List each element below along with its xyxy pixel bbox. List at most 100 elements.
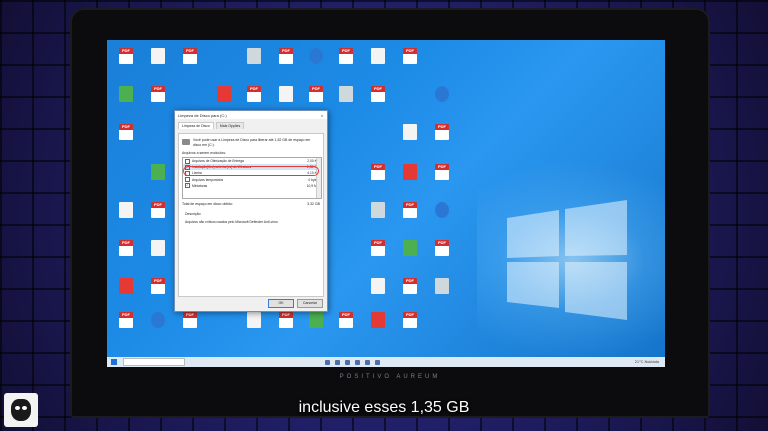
desktop-icon[interactable]: ​ [145,312,171,333]
file-icon [217,86,231,102]
desktop-icon[interactable]: ​ [365,312,391,333]
pdf-file-icon[interactable]: PDF ​ [365,86,391,107]
desktop-icon[interactable]: ​ [113,202,139,223]
total-label: Total de espaço em disco obtido: [182,202,233,206]
icon-label-placeholder: ​ [397,219,423,223]
tab-disk-cleanup[interactable]: Limpeza de Disco [178,122,214,129]
pdf-file-icon[interactable]: PDF ​ [429,124,455,145]
pdf-icon: PDF [435,164,449,180]
desktop-icon[interactable]: ​ [241,312,267,333]
list-item[interactable]: ✓ Miniaturas 10,9 MB [183,183,321,189]
taskbar-apps [325,359,380,365]
pdf-icon: PDF [435,240,449,256]
desktop-icon[interactable]: ​ [429,202,455,223]
desktop-icon[interactable]: ​ [145,164,171,185]
file-icon [151,48,165,64]
icon-label-placeholder: ​ [145,181,171,185]
file-icon [119,202,133,218]
pdf-file-icon[interactable]: PDF ​ [397,278,423,299]
pdf-badge: PDF [374,86,382,91]
desktop-icon[interactable]: ​ [303,48,329,69]
icon-label-placeholder: ​ [365,181,391,185]
pdf-file-icon[interactable]: PDF ​ [429,164,455,185]
pdf-file-icon[interactable]: PDF ​ [113,312,139,333]
total-space: Total de espaço em disco obtido: 3,32 GB [182,202,320,206]
icon-label-placeholder: ​ [113,141,139,145]
desktop-icon[interactable]: ​ [145,48,171,69]
file-icon [371,202,385,218]
checkbox[interactable] [185,158,190,164]
pdf-icon: PDF [435,124,449,140]
pdf-file-icon[interactable]: PDF ​ [113,48,139,69]
icon-label-placeholder: ​ [333,65,359,69]
pdf-icon: PDF [371,86,385,102]
pdf-badge: PDF [438,124,446,129]
app-icon[interactable] [365,359,370,365]
pdf-file-icon[interactable]: PDF ​ [397,312,423,333]
tab-more-options[interactable]: Mais Opções [215,122,245,129]
app-icon[interactable] [325,359,330,365]
desktop-icon[interactable]: ​ [365,48,391,69]
desktop-icon[interactable]: ​ [333,86,359,107]
pdf-file-icon[interactable]: PDF ​ [273,312,299,333]
pdf-file-icon[interactable]: PDF ​ [241,86,267,107]
pdf-file-icon[interactable]: PDF ​ [177,48,203,69]
desktop-icon[interactable]: ​ [241,48,267,69]
cancel-button[interactable]: Cancelar [297,299,323,308]
pdf-icon: PDF [309,86,323,102]
taskbar: 21°C Nublado [107,357,665,367]
pdf-file-icon[interactable]: PDF ​ [273,48,299,69]
desktop-icon[interactable]: ​ [365,278,391,299]
dialog-tabs: Limpeza de Disco Mais Opções [175,119,327,129]
taskbar-search[interactable] [123,358,185,366]
dialog-titlebar: Limpeza de Disco para (C:) × [175,111,327,119]
desktop-icon[interactable]: ​ [113,278,139,299]
files-list[interactable]: Arquivos de Otimização de Entrega 2,00 K… [182,157,322,199]
desktop-icon[interactable]: ​ [211,86,237,107]
pdf-file-icon[interactable]: PDF ​ [397,202,423,223]
pdf-file-icon[interactable]: PDF ​ [177,312,203,333]
total-value: 3,32 GB [307,202,320,206]
desktop-icon[interactable]: ​ [397,124,423,145]
ok-button[interactable]: OK [268,299,294,308]
file-icon [119,278,133,294]
app-icon[interactable] [375,359,380,365]
app-icon[interactable] [335,359,340,365]
desktop-icon[interactable]: ​ [145,240,171,261]
pdf-file-icon[interactable]: PDF ​ [145,202,171,223]
pdf-file-icon[interactable]: PDF ​ [145,86,171,107]
pdf-badge: PDF [122,48,130,53]
pdf-icon: PDF [247,86,261,102]
desktop-icon[interactable]: ​ [397,240,423,261]
pdf-file-icon[interactable]: PDF ​ [303,86,329,107]
desktop-icon[interactable]: ​ [113,86,139,107]
checkbox[interactable]: ✓ [185,183,190,189]
icon-label-placeholder: ​ [177,65,203,69]
list-scrollbar[interactable] [316,158,321,198]
desktop-icon[interactable]: ​ [397,164,423,185]
icon-label-placeholder: ​ [113,65,139,69]
close-icon[interactable]: × [317,113,327,118]
pdf-file-icon[interactable]: PDF ​ [365,164,391,185]
pdf-file-icon[interactable]: PDF ​ [429,240,455,261]
desktop-icon[interactable]: ​ [303,312,329,333]
pdf-badge: PDF [438,164,446,169]
pdf-file-icon[interactable]: PDF ​ [365,240,391,261]
pdf-file-icon[interactable]: PDF ​ [113,240,139,261]
pdf-file-icon[interactable]: PDF ​ [113,124,139,145]
pdf-icon: PDF [151,202,165,218]
app-icon[interactable] [355,359,360,365]
desktop-icon[interactable]: ​ [429,278,455,299]
pdf-icon: PDF [183,312,197,328]
pdf-file-icon[interactable]: PDF ​ [333,48,359,69]
pdf-file-icon[interactable]: PDF ​ [145,278,171,299]
app-icon[interactable] [345,359,350,365]
desktop-icon[interactable]: ​ [273,86,299,107]
desktop-icon[interactable]: ​ [429,86,455,107]
start-icon[interactable] [111,359,117,365]
desktop-icon[interactable]: ​ [365,202,391,223]
pdf-badge: PDF [250,86,258,91]
checkbox[interactable] [185,177,190,183]
pdf-file-icon[interactable]: PDF ​ [333,312,359,333]
pdf-file-icon[interactable]: PDF ​ [397,48,423,69]
